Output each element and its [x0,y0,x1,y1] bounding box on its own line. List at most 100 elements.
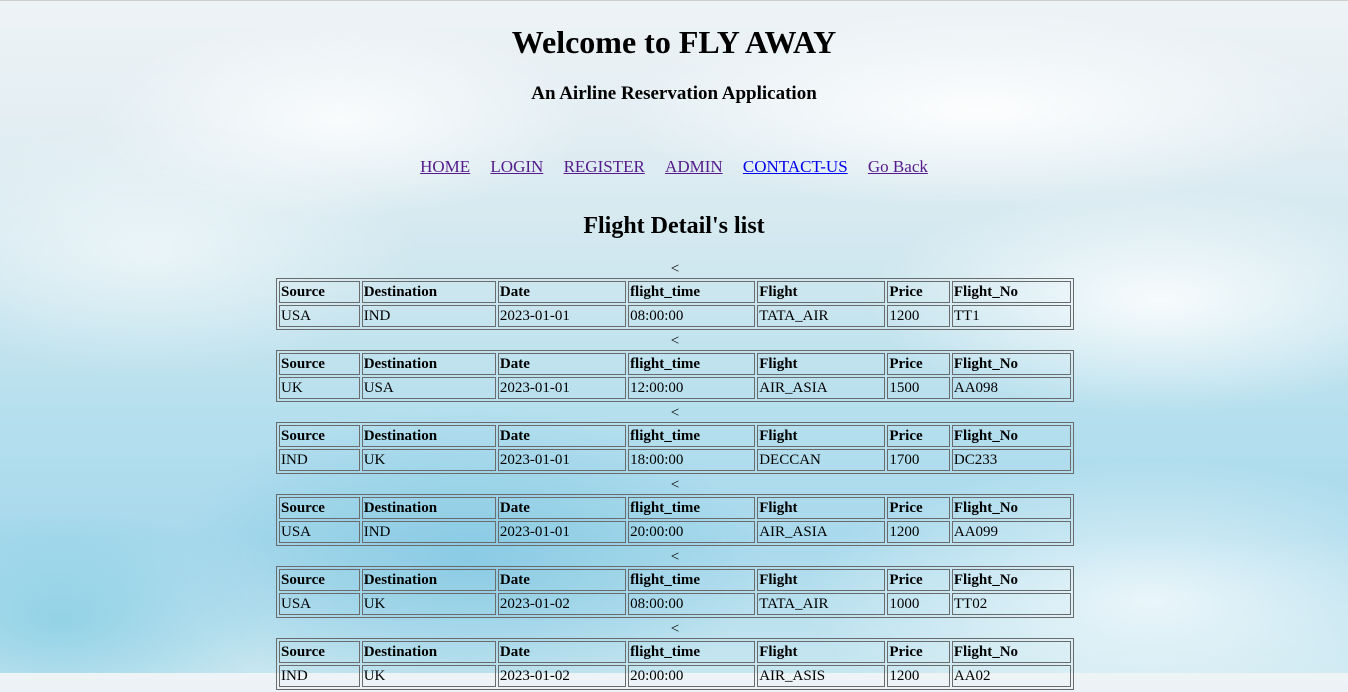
table-row: UK USA 2023-01-01 12:00:00 AIR_ASIA 1500 AA098 [279,377,1071,399]
column-header-flight-time: flight_time [628,497,756,519]
nav-contact-us-link[interactable]: CONTACT-US [743,157,848,176]
cell-flight: TATA_AIR [757,593,886,615]
cell-flight-time: 20:00:00 [628,521,756,543]
column-header-price: Price [887,497,950,519]
table-row: IND UK 2023-01-02 20:00:00 AIR_ASIS 1200 AA02 [279,665,1071,687]
cell-price: 1000 [887,593,950,615]
table-header-row: Source Destination Date flight_time Flight Pr… [279,497,1071,519]
column-header-flight: Flight [757,497,886,519]
nav-login-link[interactable]: LOGIN [490,157,543,176]
row-separator: < [670,621,680,637]
table-header-row: Source Destination Date flight_time Flight Pr… [279,353,1071,375]
column-header-destination: Destination [361,569,496,591]
column-header-flight-no: Flight_No [951,281,1071,303]
cell-flight: AIR_ASIA [757,521,886,543]
nav-admin-link[interactable]: ADMIN [665,157,723,176]
column-header-flight-no: Flight_No [951,569,1071,591]
column-header-flight-time: flight_time [628,281,756,303]
cell-date: 2023-01-02 [497,593,627,615]
flight-table: Source Destination Date flight_time Flight Pr… [276,566,1074,618]
column-header-destination: Destination [361,425,496,447]
cell-flight-no: AA02 [951,665,1071,687]
column-header-source: Source [279,497,360,519]
column-header-source: Source [279,425,360,447]
cell-destination: IND [361,305,496,327]
cell-destination: UK [361,665,496,687]
cell-price: 1200 [887,305,950,327]
column-header-flight: Flight [757,281,886,303]
cell-flight-no: DC233 [951,449,1071,471]
nav-go-back-link[interactable]: Go Back [868,157,928,176]
column-header-date: Date [497,497,627,519]
row-separator: < [670,261,680,277]
cell-destination: IND [361,521,496,543]
table-header-row: Source Destination Date flight_time Flight Pr… [279,425,1071,447]
cell-flight-time: 12:00:00 [628,377,756,399]
column-header-flight-no: Flight_No [951,641,1071,663]
column-header-destination: Destination [361,497,496,519]
column-header-date: Date [497,569,627,591]
cell-date: 2023-01-01 [497,521,627,543]
column-header-source: Source [279,569,360,591]
cell-source: IND [279,449,360,471]
cell-date: 2023-01-01 [497,449,627,471]
column-header-date: Date [497,281,627,303]
cell-price: 1200 [887,521,950,543]
cell-date: 2023-01-01 [497,377,627,399]
cell-date: 2023-01-02 [497,665,627,687]
row-separator: < [670,333,680,349]
page-title: Welcome to FLY AWAY [511,24,837,60]
column-header-flight-no: Flight_No [951,353,1071,375]
column-header-source: Source [279,353,360,375]
column-header-price: Price [887,425,950,447]
table-row: USA IND 2023-01-01 08:00:00 TATA_AIR 1200 TT1 [279,305,1071,327]
top-border [0,0,1348,1]
cell-date: 2023-01-01 [497,305,627,327]
row-separator: < [670,477,680,493]
nav-register-link[interactable]: REGISTER [564,157,645,176]
cell-source: USA [279,305,360,327]
table-header-row: Source Destination Date flight_time Flight Pr… [279,569,1071,591]
main-nav: HOME LOGIN REGISTER ADMIN CONTACT-US Go … [0,157,1348,177]
flight-table: Source Destination Date flight_time Flight Pr… [276,638,1074,690]
cell-price: 1200 [887,665,950,687]
column-header-destination: Destination [361,281,496,303]
table-header-row: Source Destination Date flight_time Flight Pr… [279,641,1071,663]
column-header-source: Source [279,281,360,303]
column-header-price: Price [887,353,950,375]
column-header-flight-time: flight_time [628,569,756,591]
column-header-price: Price [887,569,950,591]
cell-flight: DECCAN [757,449,886,471]
column-header-flight-time: flight_time [628,425,756,447]
table-row: USA UK 2023-01-02 08:00:00 TATA_AIR 1000 TT02 [279,593,1071,615]
cell-price: 1500 [887,377,950,399]
cell-flight-time: 18:00:00 [628,449,756,471]
column-header-flight-no: Flight_No [951,497,1071,519]
row-separator: < [670,405,680,421]
flight-list: < Source Destination Date flight_time Flight P… [276,260,1074,692]
column-header-flight-time: flight_time [628,641,756,663]
column-header-price: Price [887,641,950,663]
cell-flight-no: TT1 [951,305,1071,327]
cell-flight: AIR_ASIS [757,665,886,687]
flight-table: Source Destination Date flight_time Flight Pr… [276,422,1074,474]
nav-home-link[interactable]: HOME [420,157,470,176]
page-subtitle: An Airline Reservation Application [531,83,817,104]
flight-list-heading: Flight Detail's list [583,213,765,239]
table-row: USA IND 2023-01-01 20:00:00 AIR_ASIA 1200 AA09… [279,521,1071,543]
flight-table: Source Destination Date flight_time Flight Pr… [276,350,1074,402]
cell-source: USA [279,593,360,615]
column-header-date: Date [497,425,627,447]
column-header-destination: Destination [361,353,496,375]
cell-flight-no: TT02 [951,593,1071,615]
column-header-destination: Destination [361,641,496,663]
cell-source: IND [279,665,360,687]
column-header-flight: Flight [757,569,886,591]
column-header-flight: Flight [757,641,886,663]
cell-source: UK [279,377,360,399]
table-row: IND UK 2023-01-01 18:00:00 DECCAN 1700 DC233 [279,449,1071,471]
cell-flight: AIR_ASIA [757,377,886,399]
column-header-source: Source [279,641,360,663]
cell-flight-time: 08:00:00 [628,593,756,615]
table-header-row: Source Destination Date flight_time Flight Pr… [279,281,1071,303]
